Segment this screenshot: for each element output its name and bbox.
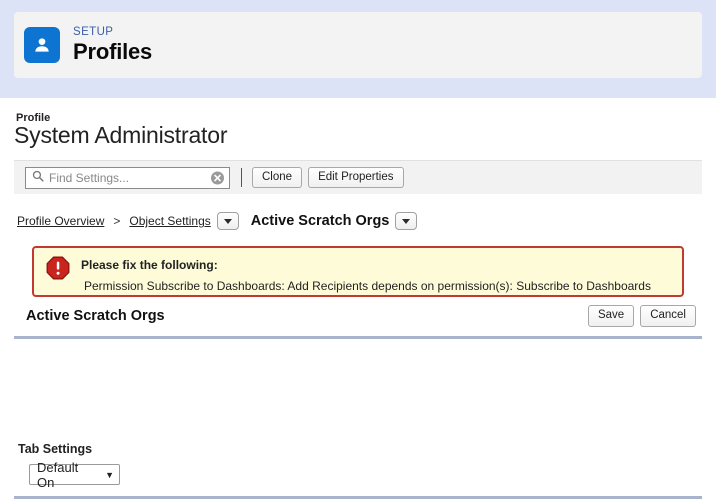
error-octagon-icon [46, 256, 70, 285]
chevron-down-icon: ▼ [105, 469, 114, 480]
clone-button[interactable]: Clone [252, 166, 303, 189]
clear-search-icon[interactable] [211, 171, 224, 184]
profile-name: System Administrator [14, 122, 228, 148]
user-profile-icon [24, 27, 60, 63]
cancel-button[interactable]: Cancel [640, 305, 696, 327]
main-content-panel: Profile System Administrator Find Settin… [0, 98, 716, 501]
error-title: Please fix the following: [81, 258, 218, 272]
section-header: Active Scratch Orgs Save Cancel [14, 305, 702, 333]
section-title: Active Scratch Orgs [26, 308, 165, 324]
chevron-down-icon [223, 218, 232, 224]
current-object-chevron-down-icon[interactable] [395, 212, 418, 230]
error-message-panel: Please fix the following: Permission Sub… [32, 246, 684, 297]
chevron-down-icon [402, 218, 411, 224]
section-actions: Save Cancel [587, 305, 696, 327]
breadcrumb-current-object: Active Scratch Orgs [250, 213, 390, 229]
section-divider [14, 336, 702, 339]
record-types-divider [14, 496, 702, 499]
search-icon [32, 169, 44, 187]
object-settings-chevron-down-icon[interactable] [216, 212, 239, 230]
tab-settings-select[interactable]: Default On ▼ [29, 460, 120, 490]
setup-profiles-page: SETUP Profiles Profile System Administra… [0, 0, 716, 501]
breadcrumb-separator: > [113, 214, 121, 228]
tab-settings-title: Tab Settings [18, 442, 93, 456]
setup-header-card: SETUP Profiles [14, 12, 702, 78]
profile-toolbar: Clone Edit Properties [14, 160, 702, 194]
toolbar-divider [241, 168, 242, 187]
page-title: Profiles [73, 39, 153, 65]
find-settings-search[interactable] [25, 166, 230, 189]
breadcrumb-profile-overview[interactable]: Profile Overview [17, 214, 104, 228]
error-detail: Permission Subscribe to Dashboards: Add … [84, 279, 651, 293]
setup-eyebrow: SETUP [73, 25, 114, 38]
tab-settings-selected-value: Default On [37, 459, 79, 490]
edit-properties-button[interactable]: Edit Properties [308, 166, 404, 189]
breadcrumb-object-settings[interactable]: Object Settings [129, 214, 210, 228]
breadcrumb: Profile Overview > Object Settings Activ… [17, 210, 418, 232]
save-button[interactable]: Save [587, 305, 635, 327]
search-input[interactable] [49, 170, 209, 185]
